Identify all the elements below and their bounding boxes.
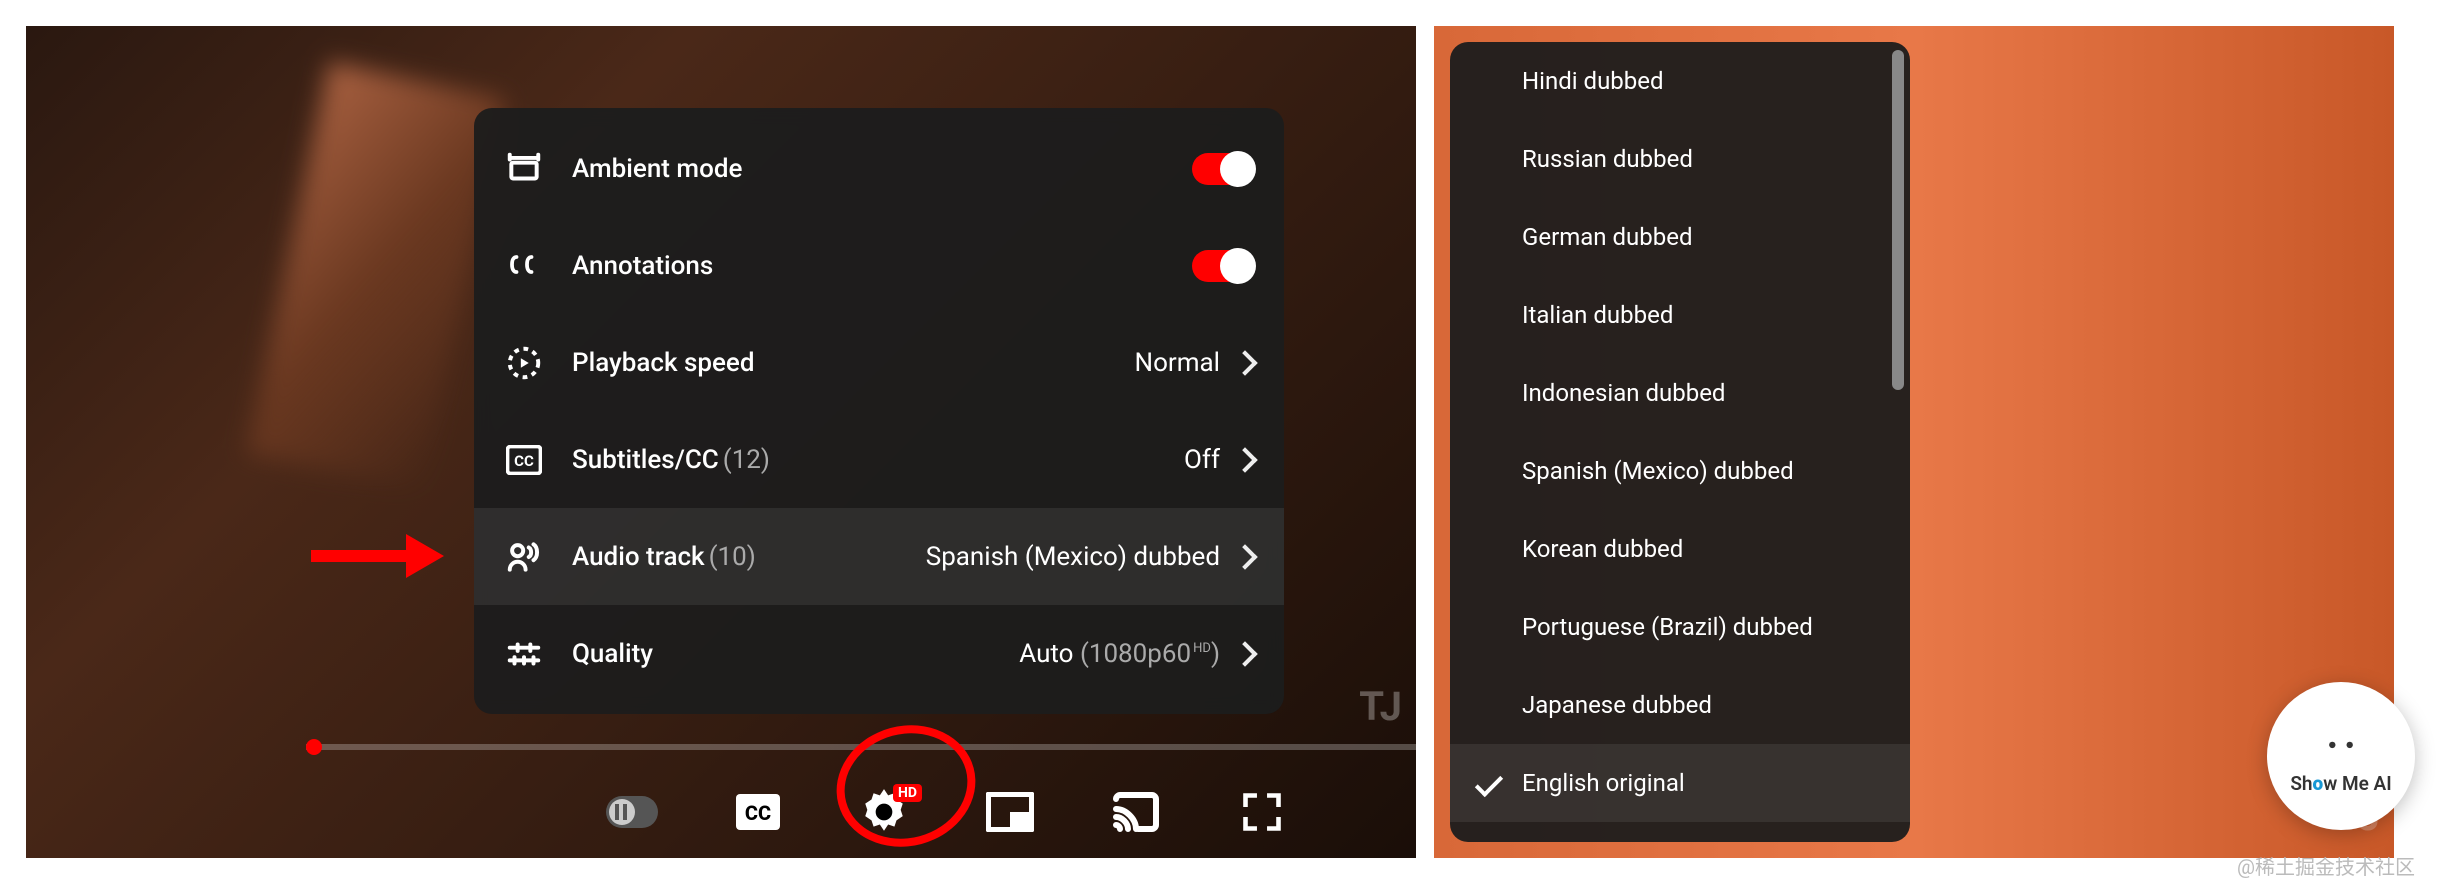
annotations-icon <box>504 246 544 286</box>
ambient-mode-row[interactable]: Ambient mode <box>474 120 1284 217</box>
playback-label: Playback speed <box>572 348 755 378</box>
fullscreen-button[interactable] <box>1236 790 1288 834</box>
audio-track-label: Spanish (Mexico) dubbed <box>1522 457 1794 485</box>
audio-track-option[interactable]: Indonesian dubbed <box>1450 354 1910 432</box>
video-player-left: Ambient mode Annotations Playback speed … <box>26 26 1416 858</box>
audio-track-icon <box>504 537 544 577</box>
audio-track-label: Russian dubbed <box>1522 145 1693 173</box>
audio-track-label: Portuguese (Brazil) dubbed <box>1522 613 1813 641</box>
ambient-icon <box>504 149 544 189</box>
cc-button[interactable]: CC <box>732 790 784 834</box>
audio-track-label: Japanese dubbed <box>1522 691 1712 719</box>
scrollbar[interactable] <box>1892 50 1904 390</box>
svg-text:CC: CC <box>745 801 771 825</box>
annotations-row[interactable]: Annotations <box>474 217 1284 314</box>
audio-track-option[interactable]: English original <box>1450 744 1910 822</box>
audio-track-label: English original <box>1522 769 1685 797</box>
audio-track-option[interactable]: Spanish (Mexico) dubbed <box>1450 432 1910 510</box>
audio-count: (10) <box>709 542 756 572</box>
hd-indicator: HD <box>893 784 922 802</box>
autoplay-toggle[interactable] <box>606 790 658 834</box>
audio-track-option[interactable]: Russian dubbed <box>1450 120 1910 198</box>
showmeai-logo: Show Me AI <box>2267 682 2415 830</box>
audio-track-option[interactable]: Hindi dubbed <box>1450 42 1910 120</box>
miniplayer-button[interactable] <box>984 790 1036 834</box>
chevron-right-icon <box>1232 447 1257 472</box>
subtitles-row[interactable]: CC Subtitles/CC (12) Off <box>474 411 1284 508</box>
player-controls: CC HD <box>606 790 1288 834</box>
annotations-label: Annotations <box>572 251 713 281</box>
watermark-tj: TJ <box>1359 683 1402 730</box>
quality-value: Auto (1080p60HD) <box>1019 639 1220 669</box>
red-arrow-annotation <box>306 526 446 586</box>
credit-watermark: @稀土掘金技术社区 <box>2237 851 2415 880</box>
audio-track-label: Indonesian dubbed <box>1522 379 1725 407</box>
chevron-right-icon <box>1232 350 1257 375</box>
video-player-right: Hindi dubbed Russian dubbed German dubbed I… <box>1434 26 2394 858</box>
playback-speed-row[interactable]: Playback speed Normal <box>474 314 1284 411</box>
settings-button[interactable]: HD <box>858 790 910 834</box>
subtitles-label: Subtitles/CC <box>572 445 719 475</box>
audio-track-label: Hindi dubbed <box>1522 67 1664 95</box>
audio-value: Spanish (Mexico) dubbed <box>926 542 1220 572</box>
chevron-right-icon <box>1232 544 1257 569</box>
subtitles-value: Off <box>1184 445 1220 475</box>
settings-menu: Ambient mode Annotations Playback speed … <box>474 108 1284 714</box>
audio-track-list[interactable]: Hindi dubbed Russian dubbed German dubbed I… <box>1450 42 1910 842</box>
chevron-right-icon <box>1232 641 1257 666</box>
audio-track-option[interactable]: Japanese dubbed <box>1450 666 1910 744</box>
check-icon <box>1475 769 1503 797</box>
playback-value: Normal <box>1135 348 1220 378</box>
subtitles-count: (12) <box>723 445 770 475</box>
audio-track-option[interactable]: Korean dubbed <box>1450 510 1910 588</box>
ambient-label: Ambient mode <box>572 154 742 184</box>
audio-track-menu: Hindi dubbed Russian dubbed German dubbed I… <box>1450 42 1910 842</box>
cast-button[interactable] <box>1110 790 1162 834</box>
audio-track-label: Italian dubbed <box>1522 301 1673 329</box>
quality-icon <box>504 634 544 674</box>
audio-track-option[interactable]: Italian dubbed <box>1450 276 1910 354</box>
audio-label: Audio track <box>572 542 705 572</box>
ambient-toggle[interactable] <box>1192 153 1254 185</box>
quality-row[interactable]: Quality Auto (1080p60HD) <box>474 605 1284 702</box>
quality-label: Quality <box>572 639 653 669</box>
annotations-toggle[interactable] <box>1192 250 1254 282</box>
subtitles-icon: CC <box>504 440 544 480</box>
audio-track-label: Korean dubbed <box>1522 535 1683 563</box>
audio-track-label: German dubbed <box>1522 223 1693 251</box>
logo-text: Show Me AI <box>2290 772 2391 795</box>
audio-track-row[interactable]: Audio track (10) Spanish (Mexico) dubbed <box>474 508 1284 605</box>
svg-text:CC: CC <box>514 452 534 470</box>
progress-scrubber[interactable] <box>306 739 322 755</box>
audio-track-option[interactable]: German dubbed <box>1450 198 1910 276</box>
audio-track-option[interactable]: Portuguese (Brazil) dubbed <box>1450 588 1910 666</box>
progress-bar[interactable] <box>306 744 1416 750</box>
playback-speed-icon <box>504 343 544 383</box>
